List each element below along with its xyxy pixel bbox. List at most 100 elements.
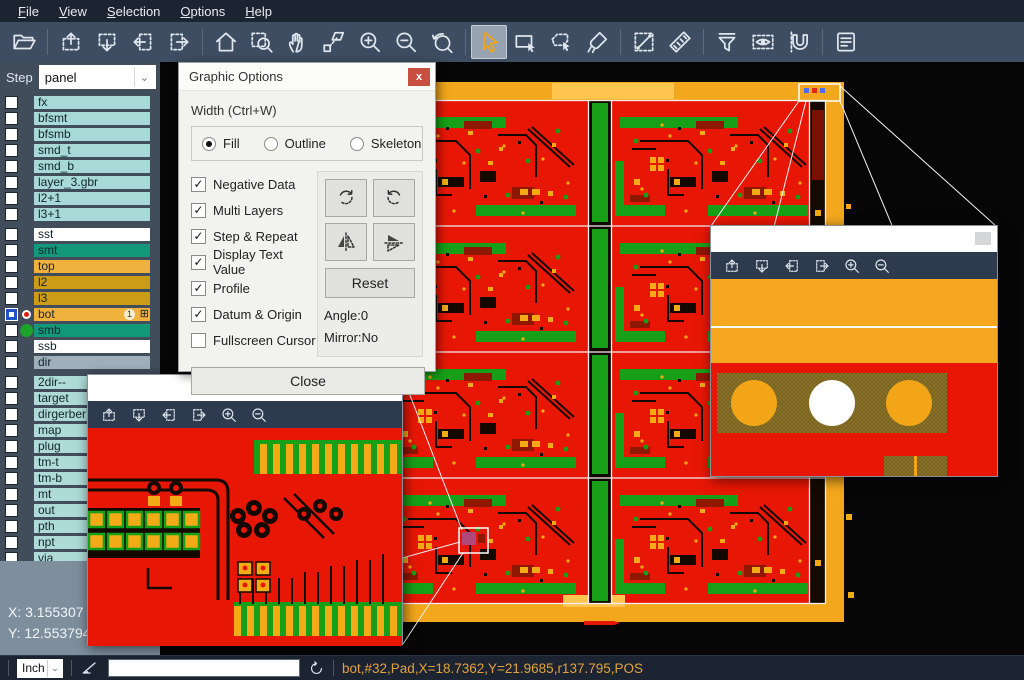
- unit-select[interactable]: Inch ⌄: [17, 659, 63, 678]
- layer-visibility-checkbox[interactable]: [5, 192, 18, 205]
- layer-visibility-checkbox[interactable]: [5, 472, 18, 485]
- layer-name[interactable]: smd_b: [34, 160, 150, 173]
- reset-button[interactable]: Reset: [325, 268, 415, 298]
- pan-left-icon[interactable]: [783, 257, 801, 275]
- radio-outline[interactable]: Outline: [264, 136, 326, 151]
- checkbox-negative-data[interactable]: Negative Data: [191, 171, 317, 197]
- pan-up-icon[interactable]: [100, 406, 118, 424]
- zoom-previous-button[interactable]: [424, 25, 460, 59]
- close-icon[interactable]: x: [408, 68, 430, 86]
- menu-selection[interactable]: Selection: [97, 2, 170, 21]
- checkbox-display-text-value[interactable]: Display Text Value: [191, 249, 317, 275]
- zoom-out-icon[interactable]: [250, 406, 268, 424]
- layer-name[interactable]: layer_3.gbr: [34, 176, 150, 189]
- layer-visibility-checkbox[interactable]: [5, 292, 18, 305]
- layer-visibility-checkbox[interactable]: [5, 408, 18, 421]
- layer-visibility-checkbox[interactable]: [5, 440, 18, 453]
- radio-skeleton-circle[interactable]: [350, 137, 364, 151]
- close-button[interactable]: Close: [191, 367, 425, 395]
- layer-visibility-checkbox[interactable]: [5, 176, 18, 189]
- polygon-select-button[interactable]: [543, 25, 579, 59]
- menu-options[interactable]: Options: [170, 2, 235, 21]
- menu-file[interactable]: File: [8, 2, 49, 21]
- layer-visibility-checkbox[interactable]: [5, 308, 18, 321]
- pan-down-icon[interactable]: [130, 406, 148, 424]
- pan-down-button[interactable]: [89, 25, 125, 59]
- layer-visibility-checkbox[interactable]: [5, 324, 18, 337]
- layer-visibility-checkbox[interactable]: [5, 228, 18, 241]
- zoom-in-icon[interactable]: [220, 406, 238, 424]
- pan-up-icon[interactable]: [723, 257, 741, 275]
- checkbox-step-repeat[interactable]: Step & Repeat: [191, 223, 317, 249]
- layer-name[interactable]: l3: [34, 292, 150, 305]
- view-options-eye-button[interactable]: [745, 25, 781, 59]
- pan-left-button[interactable]: [125, 25, 161, 59]
- menu-view[interactable]: View: [49, 2, 97, 21]
- graphic-options-dialog[interactable]: Graphic Options x Width (Ctrl+W) Fill Ou…: [178, 62, 436, 372]
- zoom-fit-home-button[interactable]: [208, 25, 244, 59]
- magnifier-window-right[interactable]: [710, 225, 998, 477]
- layer-name[interactable]: ssb: [34, 340, 150, 353]
- pan-left-icon[interactable]: [160, 406, 178, 424]
- layer-visibility-checkbox[interactable]: [5, 112, 18, 125]
- layer-name[interactable]: l3+1: [34, 208, 150, 221]
- ruler-button[interactable]: [662, 25, 698, 59]
- layer-visibility-checkbox[interactable]: [5, 356, 18, 369]
- magnifier-window-bottom[interactable]: [87, 374, 403, 645]
- rect-select-button[interactable]: [507, 25, 543, 59]
- magnifier-content[interactable]: [711, 279, 997, 476]
- layer-name[interactable]: bot 1: [34, 308, 150, 321]
- pan-down-icon[interactable]: [753, 257, 771, 275]
- radio-skeleton[interactable]: Skeleton: [350, 136, 422, 151]
- mirror-horizontal-button[interactable]: [325, 223, 367, 261]
- clear-highlight-button[interactable]: [579, 25, 615, 59]
- layer-name[interactable]: smt: [34, 244, 150, 257]
- filter-button[interactable]: [709, 25, 745, 59]
- checkbox-profile[interactable]: Profile: [191, 275, 317, 301]
- layer-name[interactable]: bfsmb: [34, 128, 150, 141]
- magnifier-window-button[interactable]: [975, 232, 991, 245]
- radio-outline-circle[interactable]: [264, 137, 278, 151]
- layer-name[interactable]: fx: [34, 96, 150, 109]
- rotate-cw-button[interactable]: [325, 179, 367, 217]
- layer-visibility-checkbox[interactable]: [5, 424, 18, 437]
- pan-right-button[interactable]: [161, 25, 197, 59]
- refresh-icon[interactable]: [308, 660, 325, 677]
- layer-visibility-checkbox[interactable]: [5, 456, 18, 469]
- layer-name[interactable]: dir: [34, 356, 150, 369]
- checkbox-multi-layers[interactable]: Multi Layers: [191, 197, 317, 223]
- open-folder-button[interactable]: [6, 25, 42, 59]
- dialog-title-bar[interactable]: Graphic Options x: [179, 63, 435, 91]
- mirror-vertical-button[interactable]: [373, 223, 415, 261]
- layer-name[interactable]: l2+1: [34, 192, 150, 205]
- layer-visibility-checkbox[interactable]: [5, 244, 18, 257]
- layer-visibility-checkbox[interactable]: [5, 392, 18, 405]
- step-select[interactable]: panel ⌄: [39, 65, 156, 89]
- zoom-window-button[interactable]: [244, 25, 280, 59]
- layer-name[interactable]: smb: [34, 324, 150, 337]
- zoom-in-button[interactable]: [352, 25, 388, 59]
- layer-visibility-checkbox[interactable]: [5, 144, 18, 157]
- layer-visibility-checkbox[interactable]: [5, 536, 18, 549]
- pan-right-icon[interactable]: [190, 406, 208, 424]
- checkbox-fullscreen-cursor[interactable]: Fullscreen Cursor: [191, 327, 317, 353]
- report-button[interactable]: [828, 25, 864, 59]
- layer-visibility-checkbox[interactable]: [5, 504, 18, 517]
- menu-help[interactable]: Help: [235, 2, 282, 21]
- layer-visibility-checkbox[interactable]: [5, 340, 18, 353]
- layer-name[interactable]: smd_t: [34, 144, 150, 157]
- magnifier-title-bar[interactable]: [711, 226, 997, 252]
- select-tool-button[interactable]: [471, 25, 507, 59]
- zoom-out-icon[interactable]: [873, 257, 891, 275]
- layer-visibility-checkbox[interactable]: [5, 260, 18, 273]
- layer-name[interactable]: sst: [34, 228, 150, 241]
- measure-distance-button[interactable]: [626, 25, 662, 59]
- layer-visibility-checkbox[interactable]: [5, 128, 18, 141]
- magnifier-content[interactable]: [88, 428, 402, 646]
- radio-fill-circle[interactable]: [202, 137, 216, 151]
- rotate-ccw-button[interactable]: [373, 179, 415, 217]
- draw-angle-icon[interactable]: [80, 658, 100, 678]
- zoom-out-button[interactable]: [388, 25, 424, 59]
- snap-magnet-button[interactable]: [781, 25, 817, 59]
- layer-visibility-checkbox[interactable]: [5, 376, 18, 389]
